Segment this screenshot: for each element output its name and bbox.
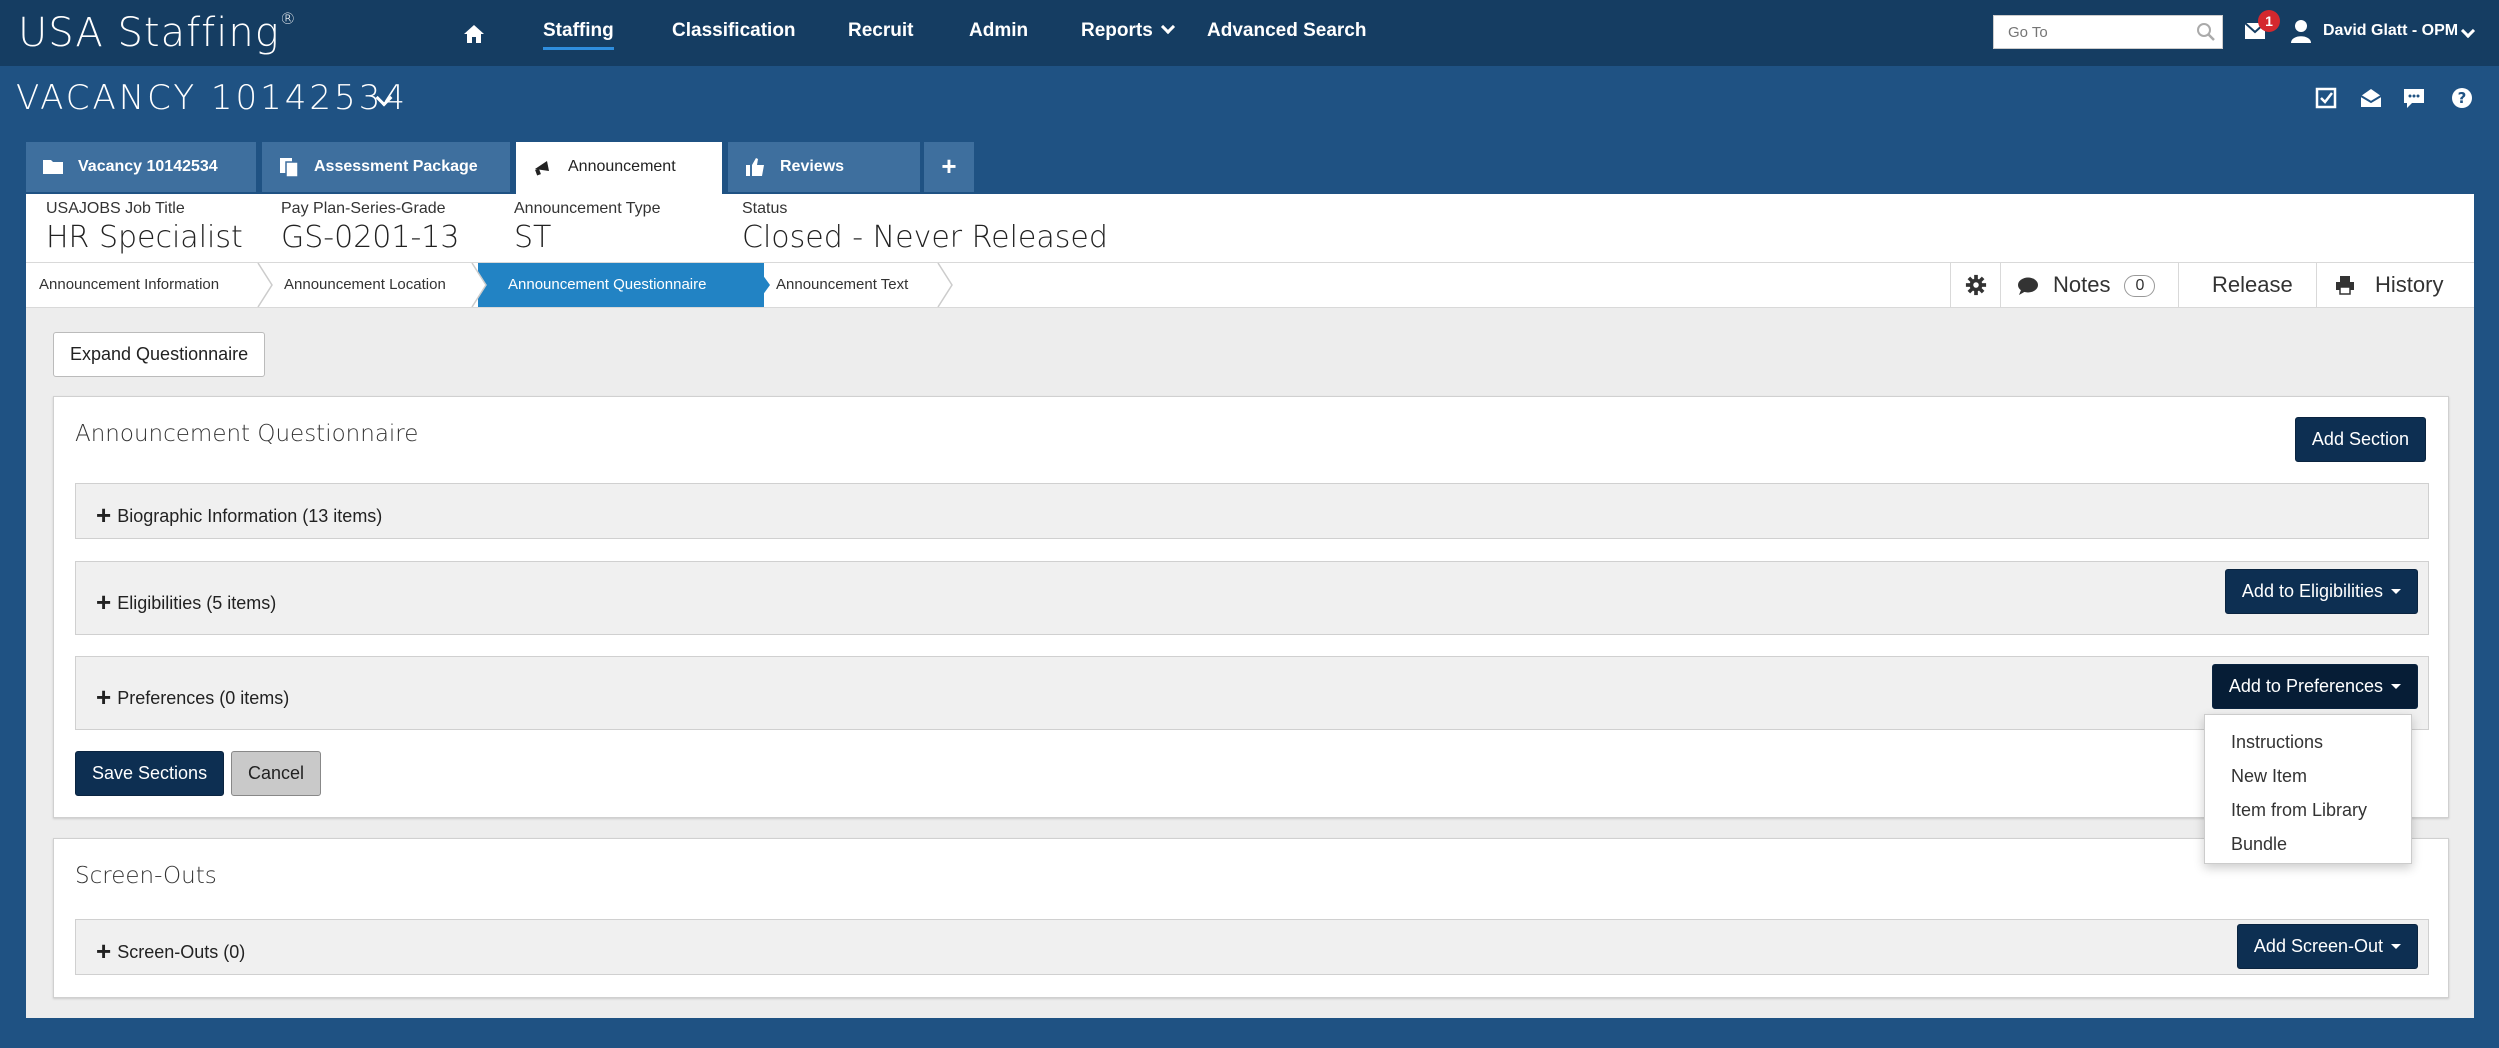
- add-to-preferences-button[interactable]: Add to Preferences: [2211, 664, 2418, 709]
- history-button[interactable]: History: [2316, 263, 2474, 307]
- settings-button[interactable]: [1950, 263, 2000, 307]
- nav-recruit[interactable]: Recruit: [848, 20, 913, 42]
- gear-icon: [1965, 274, 1987, 296]
- mail-count-badge: 1: [2258, 10, 2280, 32]
- chevron-right-icon: [470, 263, 487, 307]
- open-mail-icon[interactable]: [2359, 86, 2383, 110]
- home-icon[interactable]: [462, 22, 486, 46]
- menu-item-instructions[interactable]: Instructions: [2205, 727, 2411, 761]
- announcement-steps: Announcement Information Announcement Lo…: [26, 262, 2474, 308]
- usa-staffing-logo[interactable]: USA Staffing®: [18, 9, 297, 56]
- menu-item-new-item[interactable]: New Item: [2205, 761, 2411, 795]
- status-info: Status Closed - Never Released: [742, 200, 1108, 255]
- comment-icon: [2018, 277, 2038, 295]
- pay-plan-info: Pay Plan-Series-Grade GS-0201-13: [281, 200, 460, 255]
- tab-vacancy[interactable]: Vacancy 10142534: [26, 142, 256, 192]
- add-to-preferences-menu: Instructions New Item Item from Library …: [2204, 714, 2412, 864]
- section-biographic-information[interactable]: + Biographic Information (13 items): [75, 483, 2429, 539]
- nav-classification[interactable]: Classification: [672, 20, 796, 42]
- nav-staffing[interactable]: Staffing: [543, 20, 614, 50]
- screen-outs-title: Screen-Outs: [75, 863, 217, 889]
- screen-outs-card: Screen-Outs + Screen-Outs (0) Add Screen-…: [53, 838, 2449, 998]
- chevron-right-icon: [257, 263, 273, 307]
- section-eligibilities[interactable]: + Eligibilities (5 items) Add to Eligibil…: [75, 561, 2429, 635]
- megaphone-icon: [535, 161, 549, 176]
- tab-assessment-package[interactable]: Assessment Package: [262, 142, 510, 192]
- save-sections-button[interactable]: Save Sections: [75, 751, 225, 796]
- caret-down-icon: [2391, 684, 2401, 689]
- goto-input[interactable]: [1993, 15, 2223, 49]
- add-section-button[interactable]: Add Section: [2294, 417, 2426, 462]
- chevron-down-icon: [1160, 19, 1175, 35]
- step-announcement-questionnaire[interactable]: Announcement Questionnaire: [478, 263, 764, 307]
- main-content: Expand Questionnaire Announcement Questi…: [26, 308, 2474, 1018]
- notes-count-badge: 0: [2124, 275, 2156, 297]
- expand-icon[interactable]: +: [96, 500, 111, 530]
- add-tab-button[interactable]: +: [924, 142, 974, 192]
- step-announcement-location[interactable]: Announcement Location: [284, 263, 494, 307]
- documents-icon: [280, 158, 299, 178]
- printer-icon: [2336, 276, 2354, 295]
- expand-icon[interactable]: +: [96, 587, 111, 617]
- top-navigation: USA Staffing® Staffing Classification Re…: [0, 0, 2499, 66]
- expand-icon[interactable]: +: [96, 936, 111, 966]
- user-name[interactable]: David Glatt - OPM: [2323, 22, 2458, 40]
- notes-button[interactable]: Notes 0: [2000, 263, 2178, 307]
- caret-down-icon: [2391, 944, 2401, 949]
- questionnaire-title: Announcement Questionnaire: [75, 421, 419, 447]
- cancel-button[interactable]: Cancel: [231, 751, 322, 796]
- add-screen-out-button[interactable]: Add Screen-Out: [2236, 924, 2418, 969]
- announcement-questionnaire-card: Announcement Questionnaire Add Section +…: [53, 396, 2449, 818]
- comment-icon[interactable]: [2402, 86, 2426, 110]
- menu-item-bundle[interactable]: Bundle: [2205, 829, 2411, 863]
- announcement-type-info: Announcement Type ST: [514, 200, 661, 255]
- vacancy-info-strip: USAJOBS Job Title HR Specialist Pay Plan…: [26, 194, 2474, 262]
- section-preferences[interactable]: + Preferences (0 items) Add to Preference…: [75, 656, 2429, 730]
- checklist-icon[interactable]: [2314, 86, 2338, 110]
- tab-announcement[interactable]: Announcement: [516, 142, 722, 194]
- chevron-right-icon: [937, 263, 953, 307]
- help-icon[interactable]: ?: [2450, 86, 2474, 110]
- chevron-down-icon[interactable]: [2460, 23, 2476, 39]
- expand-icon[interactable]: +: [96, 682, 111, 712]
- job-title-info: USAJOBS Job Title HR Specialist: [46, 200, 243, 255]
- step-announcement-information[interactable]: Announcement Information: [26, 263, 262, 307]
- expand-questionnaire-button[interactable]: Expand Questionnaire: [53, 332, 266, 377]
- svg-text:?: ?: [2458, 89, 2467, 107]
- folder-icon: [43, 160, 63, 174]
- thumbs-up-icon: [746, 158, 764, 176]
- vacancy-title[interactable]: VACANCY 10142534: [16, 78, 408, 118]
- user-icon[interactable]: [2290, 19, 2312, 43]
- nav-advanced-search[interactable]: Advanced Search: [1207, 20, 1366, 42]
- caret-down-icon: [2391, 589, 2401, 594]
- chevron-right-icon: [754, 263, 770, 307]
- section-screen-outs[interactable]: + Screen-Outs (0) Add Screen-Out: [75, 919, 2429, 975]
- tab-reviews[interactable]: Reviews: [728, 142, 920, 192]
- nav-admin[interactable]: Admin: [969, 20, 1028, 42]
- nav-reports[interactable]: Reports: [1081, 19, 1175, 42]
- step-announcement-text[interactable]: Announcement Text: [776, 263, 956, 307]
- menu-item-item-from-library[interactable]: Item from Library: [2205, 795, 2411, 829]
- release-button[interactable]: Release: [2178, 263, 2316, 307]
- add-to-eligibilities-button[interactable]: Add to Eligibilities: [2224, 569, 2418, 614]
- search-icon[interactable]: [2196, 22, 2216, 42]
